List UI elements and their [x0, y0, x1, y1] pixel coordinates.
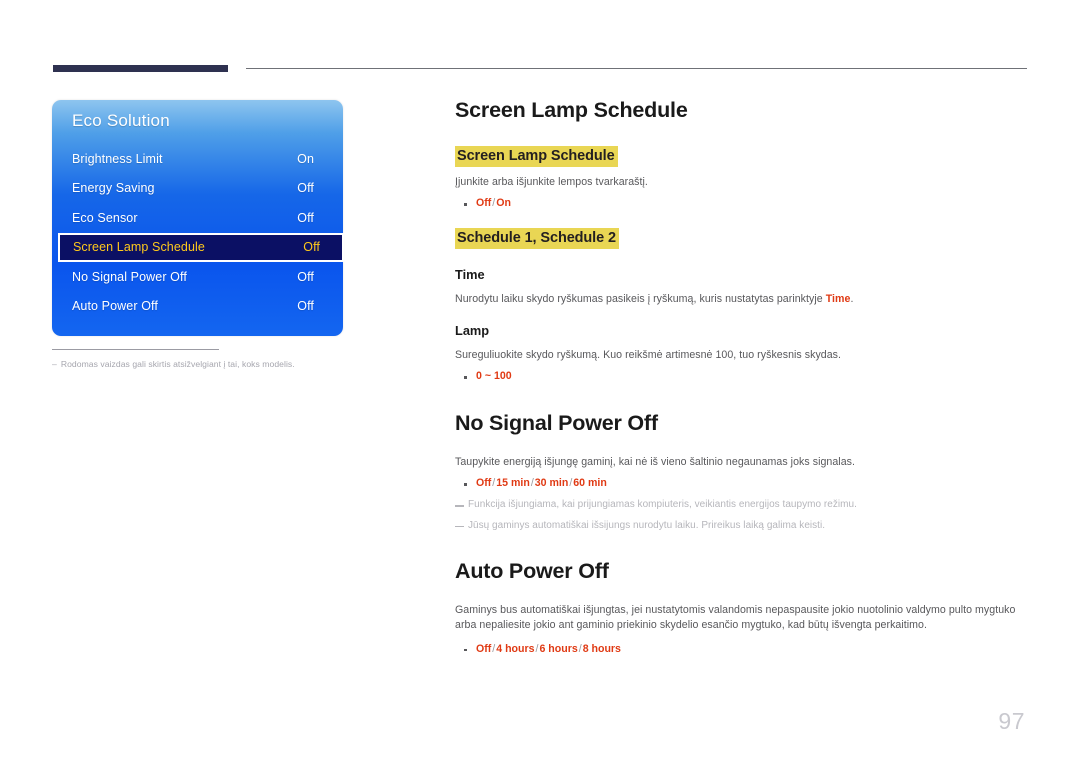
left-footnote: – Rodomas vaizdas gali skirtis atsižvelg… [52, 349, 382, 370]
osd-row-label: Energy Saving [72, 181, 155, 196]
option-value: 60 min [573, 477, 607, 490]
osd-row-auto-power-off[interactable]: Auto Power Off Off [52, 292, 343, 322]
section-title-screen-lamp-schedule: Screen Lamp Schedule [455, 98, 688, 122]
osd-menu-title: Eco Solution [72, 111, 170, 130]
osd-row-label: Eco Sensor [72, 210, 138, 225]
osd-row-label: No Signal Power Off [72, 269, 187, 284]
desc-time-highlight: Time [825, 292, 851, 305]
footnote-divider [52, 349, 219, 350]
desc-lamp: Sureguliuokite skydo ryškumą. Kuo reikšm… [455, 348, 842, 361]
options-list-auto-power-off: Off/4 hours/6 hours/8 hours [455, 642, 1027, 658]
osd-row-eco-sensor[interactable]: Eco Sensor Off [52, 203, 343, 233]
highlight-label: Screen Lamp Schedule [455, 145, 618, 167]
option-value: 15 min [496, 477, 530, 490]
note-dash-icon [455, 505, 464, 507]
desc-screen-lamp-schedule: Įjunkite arba išjunkite lempos tvarkaraš… [455, 175, 648, 188]
osd-row-label: Auto Power Off [72, 299, 158, 314]
note-no-signal-1: Funkcija išjungiama, kai prijungiamas ko… [455, 498, 1027, 513]
osd-row-value: Off [303, 240, 320, 255]
option-value: On [496, 197, 511, 210]
desc-time: Nurodytu laiku skydo ryškumas pasikeis į… [455, 292, 1027, 307]
options-list-no-signal-power-off: Off/15 min/30 min/60 min [455, 476, 1027, 492]
note-text: Jūsų gaminys automatiškai išsijungs nuro… [468, 519, 826, 531]
subheading-lamp: Lamp [455, 323, 490, 339]
option-value: 30 min [534, 477, 569, 490]
osd-row-energy-saving[interactable]: Energy Saving Off [52, 174, 343, 204]
desc-time-prefix: Nurodytu laiku skydo ryškumas pasikeis į… [455, 292, 826, 305]
content-column: Screen Lamp Schedule Screen Lamp Schedul… [455, 98, 1027, 658]
osd-row-value: Off [297, 269, 314, 284]
note-dash-icon [455, 525, 464, 528]
footnote-text: Rodomas vaizdas gali skirtis atsižvelgia… [60, 359, 295, 369]
list-item: Off/On [455, 196, 1027, 212]
desc-auto-power-off: Gaminys bus automatiškai išjungtas, jei … [455, 604, 1016, 632]
osd-row-brightness-limit[interactable]: Brightness Limit On [52, 144, 343, 174]
subheading-time: Time [455, 267, 485, 283]
desc-time-suffix: . [850, 292, 854, 305]
osd-row-label: Screen Lamp Schedule [73, 240, 205, 255]
left-illustration-column: Eco Solution Brightness Limit On Energy … [52, 100, 382, 369]
osd-row-no-signal-power-off[interactable]: No Signal Power Off Off [52, 262, 343, 292]
options-list-screen-lamp-schedule: Off/On [455, 196, 1027, 212]
option-value: 4 hours [496, 642, 535, 655]
list-item: Off/15 min/30 min/60 min [455, 476, 1027, 492]
highlight-label: Schedule 1, Schedule 2 [455, 228, 619, 250]
desc-no-signal-power-off: Taupykite energiją išjungę gaminį, kai n… [455, 455, 855, 468]
highlight-heading-screen-lamp-schedule: Screen Lamp Schedule [455, 145, 1027, 167]
page-header-rule [0, 0, 1080, 90]
osd-row-screen-lamp-schedule[interactable]: Screen Lamp Schedule Off [58, 232, 344, 262]
osd-row-value: On [297, 151, 314, 166]
option-value: 6 hours [539, 642, 578, 655]
highlight-heading-schedule-1-2: Schedule 1, Schedule 2 [455, 228, 1027, 250]
option-value: Off [476, 642, 492, 655]
osd-menu-panel: Eco Solution Brightness Limit On Energy … [52, 100, 344, 336]
list-item: Off/4 hours/6 hours/8 hours [455, 642, 1027, 658]
footnote-dash: – [52, 359, 57, 369]
list-item: 0 ~ 100 [455, 369, 1027, 385]
note-text: Funkcija išjungiama, kai prijungiamas ko… [468, 499, 857, 511]
osd-row-value: Off [297, 299, 314, 314]
page-number: 97 [998, 708, 1025, 734]
osd-row-value: Off [297, 181, 314, 196]
option-value: Off [476, 197, 492, 210]
osd-row-label: Brightness Limit [72, 151, 163, 166]
header-divider-line [246, 68, 1027, 69]
option-value: Off [476, 477, 492, 490]
note-no-signal-2: Jūsų gaminys automatiškai išsijungs nuro… [455, 519, 1027, 534]
osd-menu-list: Brightness Limit On Energy Saving Off Ec… [52, 144, 344, 322]
option-value: 8 hours [582, 642, 621, 655]
header-accent-bar [53, 65, 228, 72]
section-title-auto-power-off: Auto Power Off [455, 559, 609, 584]
options-list-lamp: 0 ~ 100 [455, 369, 1027, 385]
section-title-no-signal-power-off: No Signal Power Off [455, 411, 658, 436]
option-value: 0 ~ 100 [476, 370, 512, 383]
osd-row-value: Off [297, 210, 314, 225]
footnote-line: – Rodomas vaizdas gali skirtis atsižvelg… [52, 359, 382, 370]
